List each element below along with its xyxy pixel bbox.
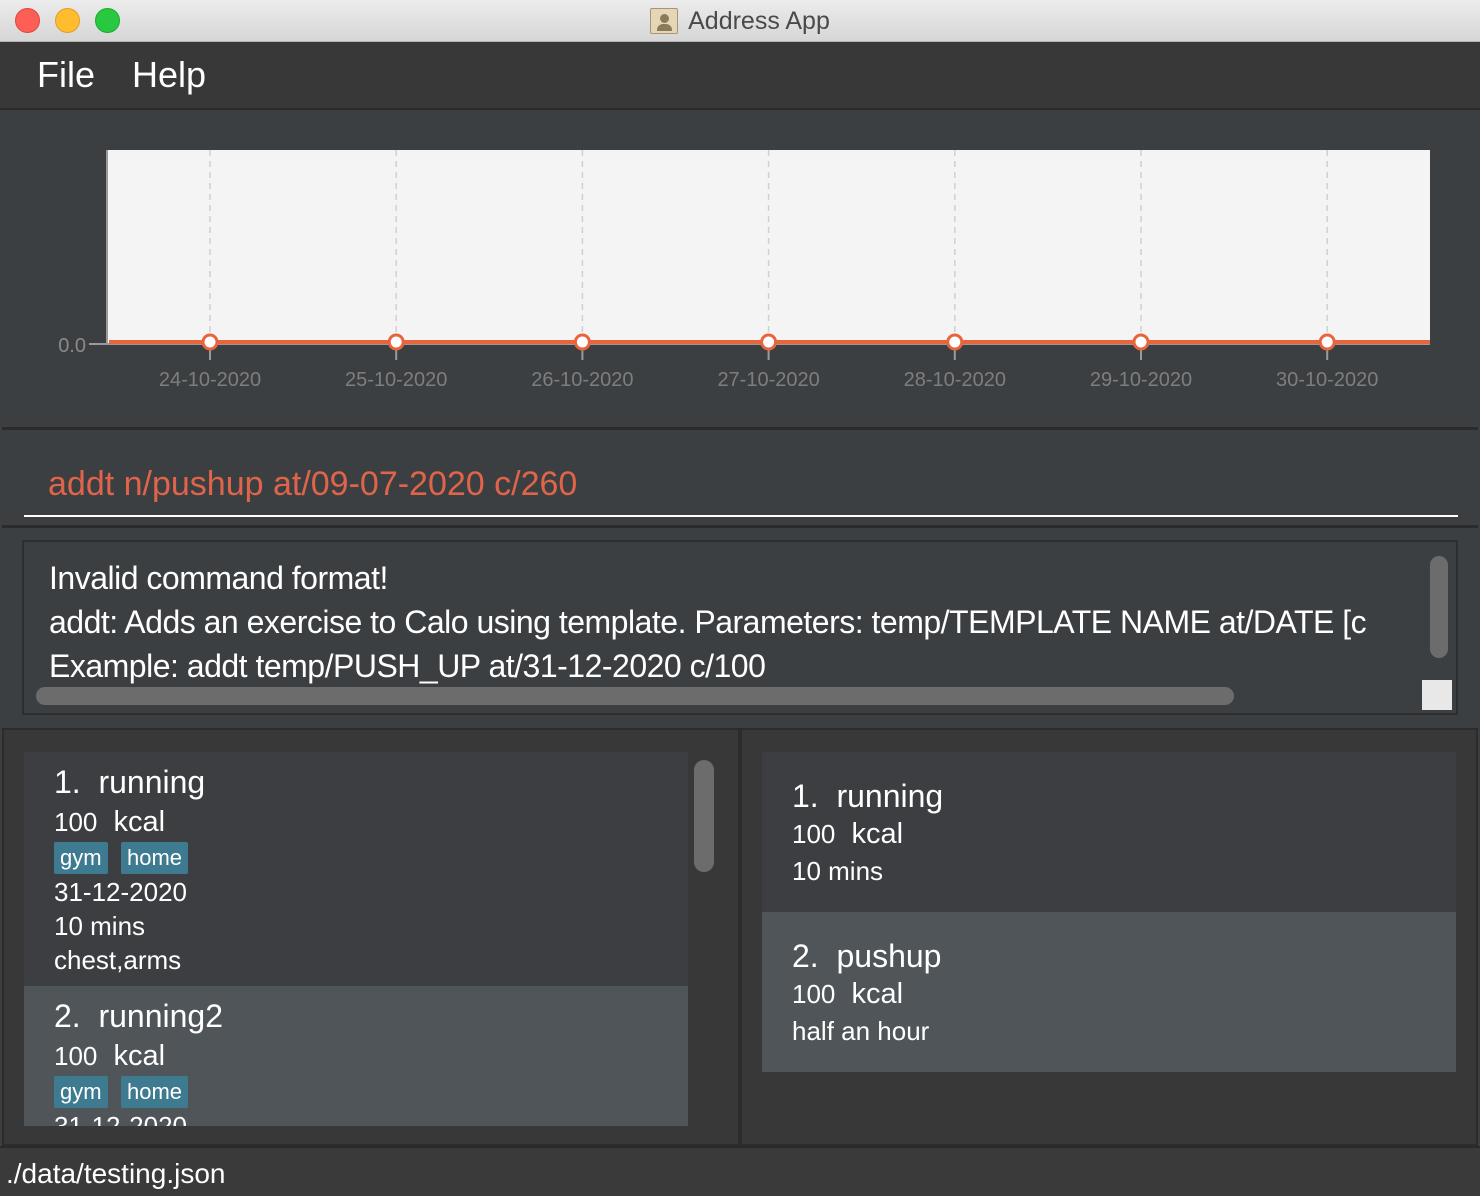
exercise-list-scrollbar[interactable] <box>694 760 714 872</box>
status-bar: ./data/testing.json <box>0 1146 1480 1196</box>
exercise-calories: 100 kcal <box>54 806 166 838</box>
x-tick-label: 29-10-2020 <box>1090 369 1192 391</box>
window-titlebar: Address App <box>0 0 1480 42</box>
template-card[interactable]: 2. pushup 100 kcal half an hour <box>762 912 1456 1072</box>
result-vertical-scrollbar[interactable] <box>1430 556 1448 658</box>
x-tick-label: 26-10-2020 <box>531 369 633 391</box>
exercise-date: 31-12-2020 <box>54 1111 187 1126</box>
data-point[interactable] <box>573 333 591 351</box>
lists-container: 1. running 100 kcal gym home 31-12-2020 … <box>2 728 1478 1146</box>
calorie-chart-panel: 0.0 24-10-2020 25-10-2020 26-10-2020 27-10-… <box>2 110 1478 430</box>
data-point[interactable] <box>760 333 778 351</box>
x-tick-label: 27-10-2020 <box>717 369 819 391</box>
save-location: ./data/testing.json <box>6 1158 226 1189</box>
data-point[interactable] <box>201 333 219 351</box>
tag-home: home <box>121 1076 189 1108</box>
command-input[interactable] <box>24 453 1458 517</box>
x-tick-label: 24-10-2020 <box>159 369 261 391</box>
address-book-icon <box>650 8 679 34</box>
exercise-list[interactable]: 1. running 100 kcal gym home 31-12-2020 … <box>4 730 738 1144</box>
template-calories: 100 kcal <box>792 978 904 1010</box>
template-calories: 100 kcal <box>792 818 904 850</box>
tag-home: home <box>121 842 189 874</box>
x-tick-label: 28-10-2020 <box>904 369 1006 391</box>
tag-gym: gym <box>54 1076 108 1108</box>
menu-file[interactable]: File <box>37 54 95 96</box>
window-title: Address App <box>688 6 830 35</box>
scroll-corner <box>1422 680 1452 710</box>
exercise-date: 31-12-2020 <box>54 877 187 907</box>
tag-gym: gym <box>54 842 108 874</box>
exercise-muscles: chest,arms <box>54 945 182 975</box>
menu-bar: File Help <box>0 42 1480 110</box>
exercise-calories: 100 kcal <box>54 1040 166 1072</box>
template-duration: half an hour <box>792 1016 930 1046</box>
result-horizontal-scrollbar[interactable] <box>36 687 1234 705</box>
plot-area <box>107 150 1430 344</box>
x-tick-label: 30-10-2020 <box>1276 369 1378 391</box>
result-display: Invalid command format! addt: Adds an ex… <box>22 540 1458 715</box>
x-tick-label: 25-10-2020 <box>345 369 447 391</box>
exercise-name: 1. running <box>54 764 206 800</box>
data-point[interactable] <box>1132 333 1150 351</box>
exercise-duration: 10 mins <box>54 911 146 941</box>
data-point[interactable] <box>1318 333 1336 351</box>
template-card[interactable]: 1. running 100 kcal 10 mins <box>762 752 1456 912</box>
exercise-name: 2. running2 <box>54 998 224 1034</box>
template-name: 2. pushup <box>792 938 942 974</box>
template-list[interactable]: 1. running 100 kcal 10 mins 2. pushup 10… <box>742 730 1476 1144</box>
template-name: 1. running <box>792 778 944 814</box>
y-tick-label: 0.0 <box>58 335 86 357</box>
calorie-line-chart: 0.0 24-10-2020 25-10-2020 26-10-2020 27-10-… <box>58 150 1430 391</box>
result-text[interactable]: Invalid command format! addt: Adds an ex… <box>49 556 1421 688</box>
command-box <box>2 433 1478 528</box>
data-point[interactable] <box>387 333 405 351</box>
template-duration: 10 mins <box>792 856 884 886</box>
menu-help[interactable]: Help <box>132 54 206 96</box>
exercise-card[interactable]: 2. running2 100 kcal gym home 31-12-2020 <box>24 986 688 1126</box>
exercise-card[interactable]: 1. running 100 kcal gym home 31-12-2020 … <box>24 752 688 986</box>
data-point[interactable] <box>946 333 964 351</box>
